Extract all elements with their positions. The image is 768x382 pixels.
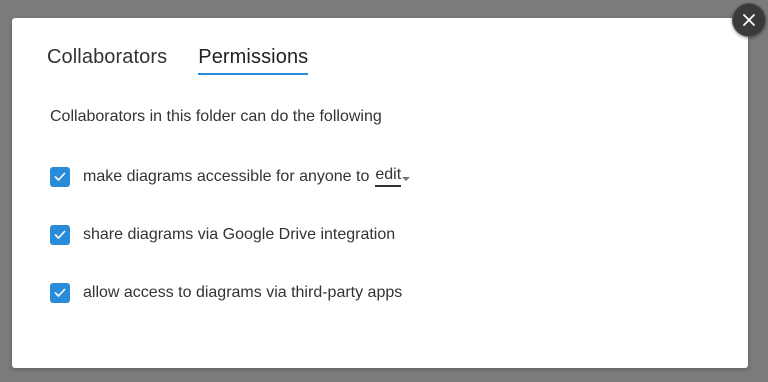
tab-collaborators[interactable]: Collaborators	[47, 46, 167, 75]
third-party-checkbox[interactable]	[50, 283, 70, 303]
tab-bar: Collaborators Permissions	[47, 46, 309, 75]
access-level-value: edit	[375, 166, 402, 187]
access-level-dropdown[interactable]: edit	[375, 166, 411, 187]
close-button[interactable]	[732, 3, 766, 37]
google-drive-checkbox[interactable]	[50, 225, 70, 245]
permissions-intro-text: Collaborators in this folder can do the …	[50, 108, 382, 125]
modal-backdrop[interactable]: Collaborators Permissions Collaborators …	[0, 0, 768, 382]
accessible-checkbox[interactable]	[50, 166, 70, 187]
tab-permissions[interactable]: Permissions	[198, 46, 309, 75]
permission-option-google-drive: share diagrams via Google Drive integrat…	[50, 225, 395, 245]
close-icon	[743, 14, 755, 26]
sharing-dialog: Collaborators Permissions Collaborators …	[12, 18, 748, 368]
check-icon	[54, 288, 66, 297]
permission-label-third-party: allow access to diagrams via third-party…	[83, 284, 403, 301]
permission-label-google-drive: share diagrams via Google Drive integrat…	[83, 226, 396, 243]
permission-option-third-party: allow access to diagrams via third-party…	[50, 283, 402, 303]
permission-label-accessible: make diagrams accessible for anyone to	[83, 167, 370, 185]
check-icon	[54, 230, 66, 239]
check-icon	[54, 172, 66, 181]
permission-option-accessible: make diagrams accessible for anyone to e…	[50, 166, 411, 187]
chevron-down-icon	[402, 176, 411, 181]
